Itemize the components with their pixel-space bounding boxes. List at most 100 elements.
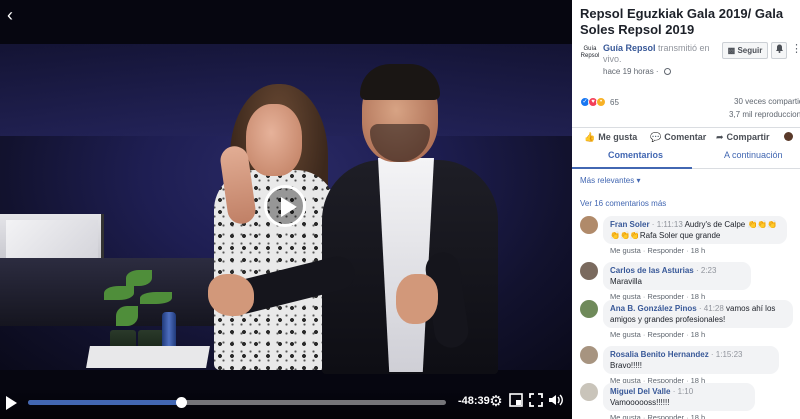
post-action-bar: 👍 Me gusta 💬 Comentar ➦ Compartir	[572, 127, 800, 147]
reactions-summary[interactable]: ✓ ♥ • 65	[580, 96, 619, 108]
comment-video-timestamp[interactable]: 1:11:13	[657, 220, 683, 229]
meta-dot: ·	[686, 330, 689, 339]
comment-sort-dropdown[interactable]: Más relevantes ▾	[580, 176, 641, 185]
viewer-avatar	[784, 132, 793, 141]
progress-bar[interactable]	[28, 397, 446, 408]
active-tab-indicator	[572, 167, 692, 169]
comment-age[interactable]: 18 h	[691, 246, 706, 255]
comment-age[interactable]: 18 h	[691, 330, 706, 339]
panel-tabs: Comentarios A continuación	[572, 147, 800, 169]
video-controls: -48:39 ⚙	[0, 388, 572, 419]
share-button[interactable]: ➦ Compartir	[716, 132, 770, 143]
commenter-name[interactable]: Fran Soler	[610, 220, 650, 229]
share-label: Compartir	[726, 132, 770, 142]
view-more-comments-link[interactable]: Ver 16 comentarios más	[580, 199, 666, 208]
comment-separator: ·	[649, 220, 657, 229]
back-arrow-icon[interactable]: ‹	[0, 4, 20, 26]
post-timestamp[interactable]: hace 19 horas ·	[603, 67, 671, 76]
page-avatar[interactable]: Guía Repsol	[580, 43, 600, 63]
settings-gear-icon[interactable]: ⚙	[487, 393, 505, 411]
comment-text: Bravo!!!!!	[610, 361, 643, 370]
commenter-name[interactable]: Carlos de las Asturias	[610, 266, 694, 275]
comment-age[interactable]: 18 h	[691, 413, 706, 419]
comment-meta: Me gusta · Responder · 18 h	[610, 413, 705, 419]
author-name-link[interactable]: Guía Repsol	[603, 43, 656, 53]
comment-video-timestamp[interactable]: 2:23	[701, 266, 717, 275]
progress-fill	[28, 400, 182, 405]
comment-like-button[interactable]: Me gusta	[610, 413, 641, 419]
like-button[interactable]: 👍 Me gusta	[584, 132, 637, 143]
comment-bubble: Rosalia Benito Hernandez · 1:15:23 Bravo…	[603, 346, 779, 374]
paper-sheet	[86, 346, 210, 368]
post-time-text: hace 19 horas ·	[603, 67, 661, 76]
commenter-avatar[interactable]	[580, 216, 598, 234]
viewer-avatar-dropdown[interactable]	[784, 132, 793, 143]
comment-text: Vamoooooss!!!!!!	[610, 398, 670, 407]
commenter-name[interactable]: Ana B. González Pinos	[610, 304, 697, 313]
sort-label: Más relevantes	[580, 176, 635, 185]
like-thumb-icon: 👍	[584, 132, 596, 142]
comment-video-timestamp[interactable]: 1:15:23	[716, 350, 743, 359]
comment-video-timestamp[interactable]: 41:28	[704, 304, 724, 313]
play-overlay-button[interactable]	[264, 185, 306, 227]
globe-icon	[663, 68, 671, 75]
views-count: 3,7 mil reproducciones	[729, 110, 800, 119]
comment-label: Comentar	[664, 132, 707, 142]
meta-dot: ·	[642, 330, 646, 339]
more-options-icon[interactable]: ⋮	[791, 42, 800, 55]
haha-reaction-icon: •	[596, 97, 606, 107]
comment-reply-button[interactable]: Responder	[647, 246, 684, 255]
comment-separator: ·	[670, 387, 678, 396]
fullscreen-icon[interactable]	[527, 393, 545, 411]
comment-reply-button[interactable]: Responder	[647, 330, 684, 339]
follow-button[interactable]: ▩ Seguir	[722, 42, 768, 59]
comment-reply-button[interactable]: Responder	[647, 413, 684, 419]
lock-icon: ▩	[727, 46, 736, 55]
comment-separator: ·	[696, 304, 704, 313]
bell-icon[interactable]	[771, 42, 787, 59]
tab-next[interactable]: A continuación	[724, 150, 783, 160]
comment-bubble: Miguel Del Valle · 1:10 Vamoooooss!!!!!!	[603, 383, 755, 411]
tab-comments[interactable]: Comentarios	[608, 150, 663, 160]
comment-like-button[interactable]: Me gusta	[610, 330, 641, 339]
post-title: Repsol Eguzkiak Gala 2019/ Gala Soles Re…	[580, 6, 784, 37]
time-remaining: -48:39	[458, 395, 490, 407]
plant-leaf	[104, 286, 134, 300]
commenter-avatar[interactable]	[580, 346, 598, 364]
progress-scrubber[interactable]	[176, 397, 188, 408]
shares-count[interactable]: 30 veces compartido	[734, 97, 800, 106]
commenter-avatar[interactable]	[580, 262, 598, 280]
commenter-avatar[interactable]	[580, 383, 598, 401]
play-pause-button[interactable]	[6, 396, 17, 410]
comment-separator: ·	[693, 266, 701, 275]
meta-dot: ·	[642, 413, 646, 419]
play-icon	[281, 197, 297, 217]
app-root: ‹ -48:39 ⚙ Repsol Eguzkiak Gala 2019/ Ga…	[0, 0, 800, 419]
plant-leaf	[140, 292, 172, 304]
pip-icon[interactable]	[507, 393, 525, 411]
comment-bubble: Ana B. González Pinos · 41:28 vamos ahí …	[603, 300, 793, 328]
plant-leaf	[126, 270, 152, 286]
share-arrow-icon: ➦	[716, 132, 724, 142]
plant-leaf	[116, 306, 138, 326]
presenter-woman-face	[246, 104, 302, 176]
follow-label: Seguir	[737, 46, 763, 55]
meta-dot: ·	[686, 413, 689, 419]
comment-meta: Me gusta · Responder · 18 h	[610, 246, 705, 255]
like-label: Me gusta	[598, 132, 638, 142]
video-player[interactable]: ‹ -48:39 ⚙	[0, 0, 572, 419]
comment-video-timestamp[interactable]: 1:10	[678, 387, 694, 396]
volume-icon[interactable]	[547, 393, 565, 411]
presenter-man-right-hand	[396, 274, 438, 324]
commenter-name[interactable]: Rosalia Benito Hernandez	[610, 350, 709, 359]
comment-text: Maravilla	[610, 277, 643, 286]
commenter-avatar[interactable]	[580, 300, 598, 318]
comment-bubble: Fran Soler · 1:11:13 Audry's de Calpe 👏👏…	[603, 216, 787, 244]
meta-dot: ·	[686, 246, 689, 255]
reaction-count: 65	[610, 97, 619, 107]
comment-button[interactable]: 💬 Comentar	[650, 132, 706, 143]
commenter-name[interactable]: Miguel Del Valle	[610, 387, 670, 396]
comment-like-button[interactable]: Me gusta	[610, 246, 641, 255]
comment-bubble: Carlos de las Asturias · 2:23 Maravilla	[603, 262, 751, 290]
presenter-man-hair	[360, 64, 440, 100]
